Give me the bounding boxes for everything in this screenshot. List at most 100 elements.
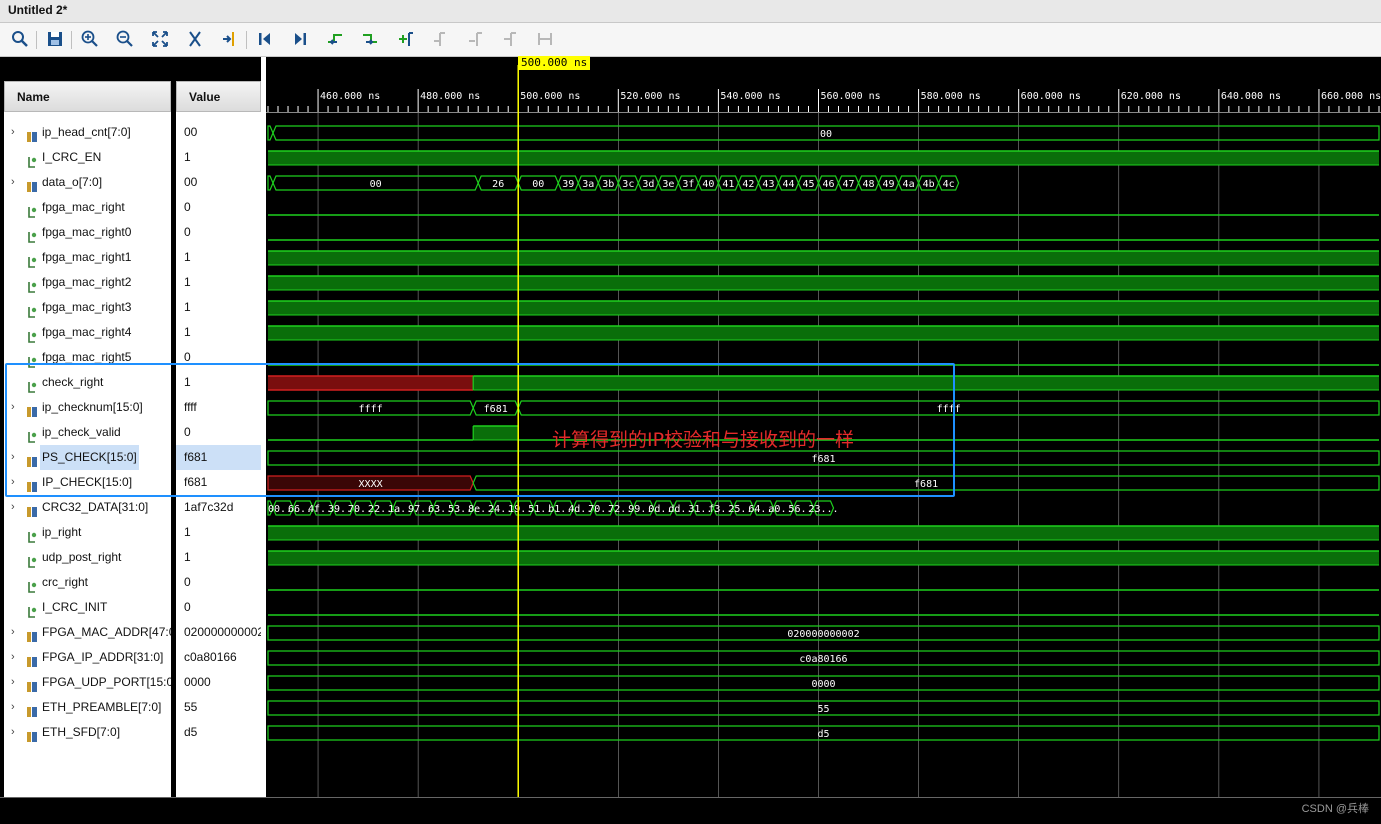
signal-row[interactable]: › FPGA_IP_ADDR[31:0] (4, 645, 171, 670)
ruler-tick-label: 460.000 ns (320, 91, 380, 102)
chevron-right-icon[interactable]: › (11, 495, 15, 520)
signal-row[interactable]: fpga_mac_right (4, 195, 171, 220)
signal-row[interactable]: › ETH_SFD[7:0] (4, 720, 171, 745)
value-column-header[interactable]: Value (176, 81, 261, 112)
bus-signal-icon (26, 727, 38, 742)
signal-name: fpga_mac_right3 (42, 300, 132, 314)
go-to-cursor-icon[interactable] (220, 29, 240, 49)
bit-high-fill (268, 151, 1379, 165)
signal-row[interactable]: › ip_head_cnt[7:0] (4, 120, 171, 145)
bus-segment-value: 3e (662, 179, 674, 190)
bus-signal-icon (26, 627, 38, 642)
ruler-tick-label: 500.000 ns (520, 91, 580, 102)
ruler-tick-label: 540.000 ns (720, 91, 780, 102)
signal-value: 1 (184, 300, 191, 314)
signal-row[interactable]: ip_right (4, 520, 171, 545)
bit-high-fill (268, 276, 1379, 290)
bus-segment (267, 175, 274, 191)
chevron-right-icon[interactable]: › (11, 620, 15, 645)
bus-segment-value: c0a80166 (799, 654, 847, 665)
signal-row[interactable]: › FPGA_MAC_ADDR[47:0] (4, 620, 171, 645)
bit-signal-icon (26, 227, 38, 243)
chevron-right-icon[interactable]: › (11, 670, 15, 695)
signal-name: data_o[7:0] (42, 175, 103, 189)
bus-segment-value: 44 (782, 179, 794, 190)
add-marker-icon[interactable] (395, 29, 415, 49)
toolbar (0, 23, 1381, 57)
signal-value: 1af7c32d (184, 500, 234, 514)
bus-segment-value: 00 (820, 129, 832, 140)
signal-value: 0 (184, 200, 191, 214)
chevron-right-icon[interactable]: › (11, 645, 15, 670)
ruler-tick-label: 580.000 ns (921, 91, 981, 102)
chevron-right-icon[interactable]: › (11, 720, 15, 745)
zoom-fit-icon[interactable] (150, 29, 170, 49)
go-to-end-icon[interactable] (290, 29, 310, 49)
signal-row[interactable]: › ETH_PREAMBLE[7:0] (4, 695, 171, 720)
signal-row[interactable]: udp_post_right (4, 545, 171, 570)
signal-name: fpga_mac_right2 (42, 275, 132, 289)
bus-segment-value: 4c (943, 179, 955, 190)
search-icon[interactable] (10, 29, 30, 49)
signal-row[interactable]: fpga_mac_right0 (4, 220, 171, 245)
signal-value: 1 (184, 550, 191, 564)
chevron-right-icon[interactable]: › (11, 695, 15, 720)
signal-row[interactable]: I_CRC_INIT (4, 595, 171, 620)
bus-segment-value: 49 (883, 179, 895, 190)
bus-segment-value: 3a (582, 179, 594, 190)
signal-value: 1 (184, 275, 191, 289)
signal-value: 1 (184, 525, 191, 539)
status-bar: CSDN @兵棒 (0, 797, 1381, 824)
signal-row[interactable]: crc_right (4, 570, 171, 595)
ruler-tick-label: 600.000 ns (1021, 91, 1081, 102)
bus-segment-value: 40 (702, 179, 714, 190)
bus-segment-value: 43 (762, 179, 774, 190)
previous-transition-icon[interactable] (325, 29, 345, 49)
next-transition-icon[interactable] (360, 29, 380, 49)
signal-value: 1 (184, 150, 191, 164)
time-ruler (266, 57, 1381, 112)
signal-row[interactable]: fpga_mac_right3 (4, 295, 171, 320)
signal-value: 55 (184, 700, 198, 714)
ruler-tick-label: 640.000 ns (1221, 91, 1281, 102)
zoom-in-icon[interactable] (80, 29, 100, 49)
signal-row[interactable]: › CRC32_DATA[31:0] (4, 495, 171, 520)
signal-row[interactable]: I_CRC_EN (4, 145, 171, 170)
bus-segment-value: 3c (622, 179, 634, 190)
signal-row[interactable]: › data_o[7:0] (4, 170, 171, 195)
bit-signal-icon (26, 277, 38, 293)
previous-marker-icon (430, 29, 450, 49)
signal-value: 0 (184, 600, 191, 614)
save-icon[interactable] (45, 29, 65, 49)
title-bar: Untitled 2* (0, 0, 1381, 23)
signal-value: 0 (184, 575, 191, 589)
signal-row[interactable]: fpga_mac_right4 (4, 320, 171, 345)
bit-signal-icon (26, 552, 38, 568)
chevron-right-icon[interactable]: › (11, 170, 15, 195)
signal-value: 0 (184, 225, 191, 239)
bus-segment-value: 020000000002 (787, 629, 859, 640)
bus-segment-value: d5 (817, 729, 829, 740)
bus-segment-value: 0000 (811, 679, 835, 690)
zoom-out-icon[interactable] (115, 29, 135, 49)
signal-value: c0a80166 (184, 650, 237, 664)
name-column-header[interactable]: Name (4, 81, 171, 112)
cursor-icon[interactable] (185, 29, 205, 49)
bit-high-fill (268, 301, 1379, 315)
chevron-right-icon[interactable]: › (11, 120, 15, 145)
signal-row[interactable]: fpga_mac_right2 (4, 270, 171, 295)
bus-segment-value: 3d (642, 179, 654, 190)
signal-name: fpga_mac_right4 (42, 325, 132, 339)
ruler-tick-label: 480.000 ns (420, 91, 480, 102)
bus-segment-value: 39 (562, 179, 574, 190)
ruler-tick-label: 620.000 ns (1121, 91, 1181, 102)
bit-high-fill (268, 251, 1379, 265)
bit-signal-icon (26, 527, 38, 543)
go-to-start-icon[interactable] (255, 29, 275, 49)
signal-row[interactable]: fpga_mac_right1 (4, 245, 171, 270)
bus-signal-icon (26, 127, 38, 142)
cursor-time-label: 500.000 ns (518, 56, 591, 70)
signal-row[interactable]: › FPGA_UDP_PORT[15:0] (4, 670, 171, 695)
bit-signal-icon (26, 152, 38, 168)
snap-icon (535, 29, 555, 49)
